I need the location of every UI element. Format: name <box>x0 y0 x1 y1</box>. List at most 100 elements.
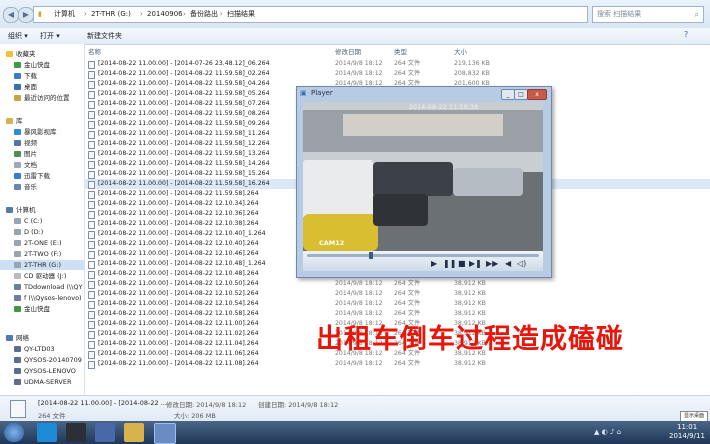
sidebar-item-tddownload[interactable]: TDdownload (\\QY <box>14 282 82 292</box>
sidebar-item-network-f[interactable]: f (\\Qysos-lenovo) <box>14 293 82 303</box>
new-folder-button[interactable]: 新建文件夹 <box>87 31 122 41</box>
open-button[interactable]: 打开 ▾ <box>40 31 60 41</box>
file-row[interactable]: [2014-08-22 11.00.00] - [2014-08-22 12.1… <box>84 289 710 299</box>
clock-date[interactable]: 2014/9/11 <box>669 432 705 440</box>
stop-icon[interactable]: ■ <box>458 259 466 268</box>
file-row[interactable]: [2014-08-22 11.00.00] - [2014-08-22 11.5… <box>84 69 710 79</box>
sidebar-item-drive-f[interactable]: 2T-TWO (F:) <box>14 249 61 259</box>
clock-time[interactable]: 11:01 <box>677 423 697 431</box>
forward-button[interactable]: ▶ <box>18 7 34 23</box>
computer-icon <box>14 357 21 363</box>
sidebar-item-network-host[interactable]: QYSOS-20140709 <box>14 355 82 365</box>
pause-icon[interactable]: ❚❚ <box>443 259 456 268</box>
breadcrumb-item[interactable]: 备份路出 <box>190 7 218 22</box>
sidebar-item-network-host[interactable]: QY-LTD03 <box>14 344 55 354</box>
file-icon <box>88 111 95 119</box>
overlay-caption: 出租车倒车过程造成磕碰 <box>316 324 624 355</box>
sidebar-item-desktop[interactable]: 桌面 <box>14 82 37 92</box>
play-icon[interactable]: ▶ <box>431 259 437 268</box>
chevron-right-icon: › <box>140 10 143 18</box>
sidebar-item-xunlei[interactable]: 迅雷下载 <box>14 171 50 181</box>
sidebar-item-downloads[interactable]: 下载 <box>14 71 37 81</box>
file-row[interactable]: [2014-08-22 11.00.00] - [2014-08-22 12.1… <box>84 359 710 369</box>
fast-forward-icon[interactable]: ▶▶ <box>486 259 498 268</box>
file-name: [2014-08-22 11.00.00] - [2014-08-22 11.5… <box>98 170 270 177</box>
recent-places-icon <box>14 95 21 101</box>
minimize-button[interactable]: _ <box>501 89 515 100</box>
maximize-button[interactable]: □ <box>514 89 528 100</box>
file-row[interactable]: [2014-08-22 11.00.00] - [2014-08-22 12.1… <box>84 279 710 289</box>
sidebar-item-network-host[interactable]: UDMA-SERVER <box>14 377 71 387</box>
folder-icon: ▮ <box>38 10 42 18</box>
player-window[interactable]: ▣ Player _ □ x 2014-08-22 11:59:38 CAM12… <box>296 86 552 278</box>
search-icon[interactable]: ⌕ <box>695 7 699 22</box>
file-name: [2014-08-22 11.00.00] - [2014-08-22 11.5… <box>98 110 270 117</box>
step-forward-icon[interactable]: ▶❚ <box>469 259 482 268</box>
seek-bar[interactable] <box>307 252 539 259</box>
close-button[interactable]: x <box>527 89 547 100</box>
sidebar-item-drive-e[interactable]: 2T-ONE (E:) <box>14 238 62 248</box>
sidebar-item-drive-g[interactable]: 2T-THR (G:) <box>0 260 84 270</box>
sidebar-item-kuaipan-drive[interactable]: 金山快盘 <box>14 304 50 314</box>
player-app-icon: ▣ <box>300 89 307 97</box>
sidebar-item-drive-d[interactable]: D (D:) <box>14 227 43 237</box>
back-button[interactable]: ◀ <box>3 7 19 23</box>
column-header-type[interactable]: 类型 <box>394 46 407 56</box>
explorer-icon[interactable] <box>124 423 144 442</box>
breadcrumb-item[interactable]: 20140906 <box>147 7 183 22</box>
file-icon <box>88 151 95 159</box>
breadcrumb-item[interactable]: 2T-THR (G:) <box>91 7 131 22</box>
file-size: 38,912 KB <box>454 360 486 367</box>
terminal-icon[interactable] <box>66 423 86 442</box>
favorites-group[interactable]: 收藏夹 <box>6 49 36 59</box>
file-icon <box>88 281 95 289</box>
sidebar-item-baofeng[interactable]: 暴风影视库 <box>14 127 57 137</box>
sidebar-item-drive-c[interactable]: C (C:) <box>14 216 42 226</box>
sidebar-item-documents[interactable]: 文档 <box>14 160 37 170</box>
file-icon <box>88 331 95 339</box>
breadcrumb-item[interactable]: 扫描结果 <box>227 7 255 22</box>
file-icon <box>88 181 95 189</box>
file-modified-date: 2014/9/8 18:12 <box>335 290 383 297</box>
file-row[interactable]: [2014-08-22 11.00.00] - [2014-07-26 23.4… <box>84 59 710 69</box>
drive-icon <box>14 240 21 246</box>
column-header-size[interactable]: 大小 <box>454 46 467 56</box>
file-row[interactable]: [2014-08-22 11.00.00] - [2014-08-22 12.1… <box>84 299 710 309</box>
file-icon <box>88 121 95 129</box>
file-name: [2014-08-22 11.00.00] - [2014-08-22 12.1… <box>98 230 266 237</box>
sidebar-item-music[interactable]: 音乐 <box>14 182 37 192</box>
organize-button[interactable]: 组织 ▾ <box>8 31 28 41</box>
help-icon[interactable]: ? <box>684 30 688 39</box>
sidebar-item-cd-drive[interactable]: CD 驱动器 (J:) <box>14 271 66 281</box>
sidebar-item-kuaipan[interactable]: 金山快盘 <box>14 60 50 70</box>
libraries-group[interactable]: 库 <box>6 116 23 126</box>
sidebar-item-pictures[interactable]: 图片 <box>14 149 37 159</box>
volume-icon[interactable]: ◁) <box>517 259 526 268</box>
drive-icon <box>14 218 21 224</box>
column-header-name[interactable]: 名称 <box>88 46 101 56</box>
navigation-pane: 收藏夹 金山快盘 下载 桌面 最近访问的位置 库 暴风影视库 视频 图片 文档 … <box>0 44 85 394</box>
file-icon <box>88 251 95 259</box>
network-group[interactable]: 网络 <box>6 333 29 343</box>
rewind-icon[interactable]: ◀ <box>505 259 511 268</box>
save-disk-icon[interactable] <box>95 423 115 442</box>
search-input[interactable]: 搜索 扫描结果 ⌕ <box>592 6 704 23</box>
tray-icons[interactable]: ▲ ◐ ♪ ⌂ <box>594 428 621 436</box>
video-frame[interactable]: 2014-08-22 11:59:38 CAM12 <box>303 102 543 251</box>
seek-handle[interactable] <box>369 252 373 259</box>
sidebar-item-network-host[interactable]: QYSOS-LENOVO <box>14 366 76 376</box>
player-taskbar-icon[interactable] <box>154 423 176 444</box>
star-icon <box>6 51 13 57</box>
column-header-date[interactable]: 修改日期 <box>335 46 361 56</box>
computer-group[interactable]: 计算机 <box>6 205 36 215</box>
breadcrumb[interactable]: ▮ 计算机 › 2T-THR (G:) › 20140906 › 备份路出 › … <box>33 6 588 23</box>
browser-icon[interactable] <box>37 423 57 442</box>
file-icon <box>88 191 95 199</box>
breadcrumb-item[interactable]: 计算机 <box>54 7 75 22</box>
sidebar-item-recent[interactable]: 最近访问的位置 <box>14 93 70 103</box>
camera-label: CAM12 <box>319 239 345 247</box>
sidebar-item-videos[interactable]: 视频 <box>14 138 37 148</box>
file-name: [2014-08-22 11.00.00] - [2014-08-22 11.5… <box>98 180 270 187</box>
file-size: 208,832 KB <box>454 70 490 77</box>
start-button[interactable] <box>4 423 24 442</box>
